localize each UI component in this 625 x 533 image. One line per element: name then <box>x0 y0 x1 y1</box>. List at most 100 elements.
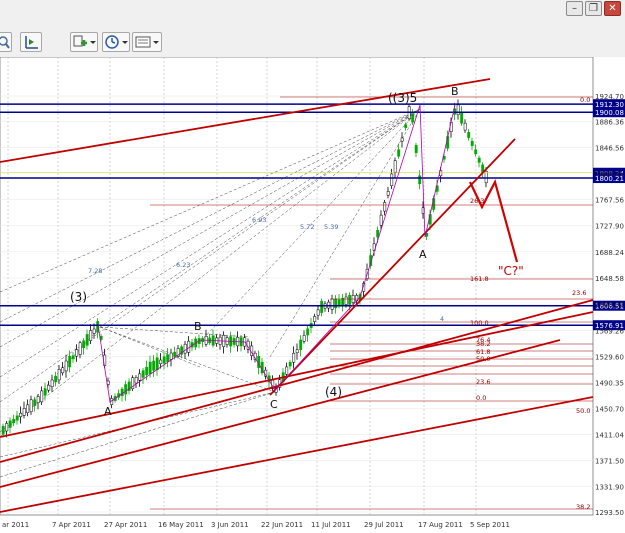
fib-label: 23.6 <box>572 289 586 297</box>
candle-body <box>92 328 96 334</box>
date-label: 11 Jul 2011 <box>311 521 351 529</box>
candle-body <box>173 351 177 357</box>
templates-icon[interactable] <box>132 32 162 52</box>
price-label: 1529.60 <box>595 353 624 361</box>
price-label: 1490.35 <box>595 379 624 387</box>
minimize-button[interactable]: – <box>566 1 583 16</box>
price-label: 1371.50 <box>595 458 624 466</box>
candle-body <box>320 300 324 313</box>
price-label: 1688.24 <box>595 249 624 257</box>
candle-body <box>302 335 306 342</box>
candle-body <box>134 377 138 384</box>
candle-body <box>43 388 47 396</box>
price-label: 1331.90 <box>595 484 624 492</box>
candle-body <box>145 366 149 375</box>
fib-label: 161.8 <box>470 275 489 283</box>
candle-body <box>57 369 61 381</box>
wave-label: B <box>451 85 459 98</box>
date-label: 7 Apr 2011 <box>52 521 91 529</box>
price-label: 1411.04 <box>595 432 624 440</box>
chart-canvas[interactable]: 1912.301900.081808.241800.211606.511576.… <box>0 57 625 533</box>
chart-shift-icon[interactable] <box>20 32 42 52</box>
wave-label: (4) <box>325 385 342 399</box>
fib-label: 50.0 <box>476 355 490 363</box>
fan-label: 7.28 <box>88 267 102 275</box>
periods-icon[interactable] <box>102 32 130 52</box>
price-tags: 1912.301900.081808.241800.211606.511576.… <box>593 99 625 331</box>
fib-label: 23.6 <box>476 378 490 386</box>
candle-body <box>1 425 5 435</box>
wave-label: C <box>270 398 278 411</box>
candle-body <box>47 384 51 391</box>
zoom-icon[interactable] <box>0 32 12 52</box>
candle-body <box>85 334 89 346</box>
candle-body <box>36 396 40 403</box>
candle-body <box>54 375 58 383</box>
candle-body <box>71 355 75 360</box>
candle-body <box>5 423 9 432</box>
candle-body <box>61 367 65 374</box>
candle-body <box>390 173 394 187</box>
candle-body <box>120 388 124 396</box>
price-label: 1450.70 <box>595 405 624 413</box>
candle-body <box>477 157 481 163</box>
candle-body <box>169 352 173 360</box>
wave-label: ((3)5 <box>388 91 417 105</box>
fan-label: 5.72 <box>300 223 314 231</box>
wave-label: A <box>419 248 427 261</box>
candle-body <box>64 360 68 372</box>
price-label: 1924.70 <box>595 93 624 101</box>
date-label: 29 Jul 2011 <box>364 521 404 529</box>
fib-label: 0.0 <box>580 96 590 104</box>
fan-label: 6.93 <box>252 216 266 224</box>
candle-body <box>15 415 19 421</box>
fib-label: 50.0 <box>576 407 590 415</box>
candle-body <box>463 122 467 131</box>
candle-body <box>288 361 292 367</box>
fib-label: 0.0 <box>476 394 486 402</box>
candle-body <box>400 137 404 142</box>
candle-body <box>456 104 460 115</box>
price-chart[interactable]: 1912.301900.081808.241800.211606.511576.… <box>0 57 625 533</box>
candle-body <box>8 420 12 428</box>
indicators-icon[interactable] <box>70 32 98 52</box>
window-titlebar: – ❐ ✕ <box>0 0 625 30</box>
candle-body <box>460 112 464 124</box>
close-button[interactable]: ✕ <box>604 1 621 16</box>
wave-label: "C?" <box>498 264 524 278</box>
price-label: 1846.56 <box>595 144 624 152</box>
chart-toolbar <box>0 30 625 58</box>
candle-body <box>299 339 303 350</box>
candle-body <box>306 328 310 336</box>
candle-body <box>285 366 289 375</box>
fib-label: 100.0 <box>470 319 489 327</box>
price-label: 1569.26 <box>595 327 624 335</box>
price-label: 1886.36 <box>595 118 624 126</box>
date-label: 3 Jun 2011 <box>211 521 249 529</box>
price-tag-label: 1900.08 <box>595 109 624 117</box>
date-label: 5 Sep 2011 <box>470 521 510 529</box>
candle-body <box>78 342 82 355</box>
candle-body <box>474 149 478 155</box>
wave-label: B <box>194 320 202 333</box>
wave-label: (3) <box>70 290 87 304</box>
candle-body <box>337 299 341 306</box>
candle-body <box>40 390 44 403</box>
candle-body <box>33 399 37 406</box>
date-label: 16 May 2011 <box>158 521 204 529</box>
candle-body <box>166 354 170 362</box>
candle-body <box>152 360 156 371</box>
candle-body <box>159 359 163 364</box>
candle-body <box>82 340 86 348</box>
price-label: 1767.56 <box>595 197 624 205</box>
candle-body <box>26 404 30 414</box>
fib-label: 61.8 <box>476 348 490 356</box>
candle-body <box>404 124 408 128</box>
fib-label: 76.4 <box>476 336 490 344</box>
price-label: 1727.90 <box>595 223 624 231</box>
candle-body <box>467 132 471 138</box>
candle-body <box>470 140 474 146</box>
restore-button[interactable]: ❐ <box>585 1 602 16</box>
candle-body <box>19 412 23 417</box>
price-label: 1608.92 <box>595 301 624 309</box>
